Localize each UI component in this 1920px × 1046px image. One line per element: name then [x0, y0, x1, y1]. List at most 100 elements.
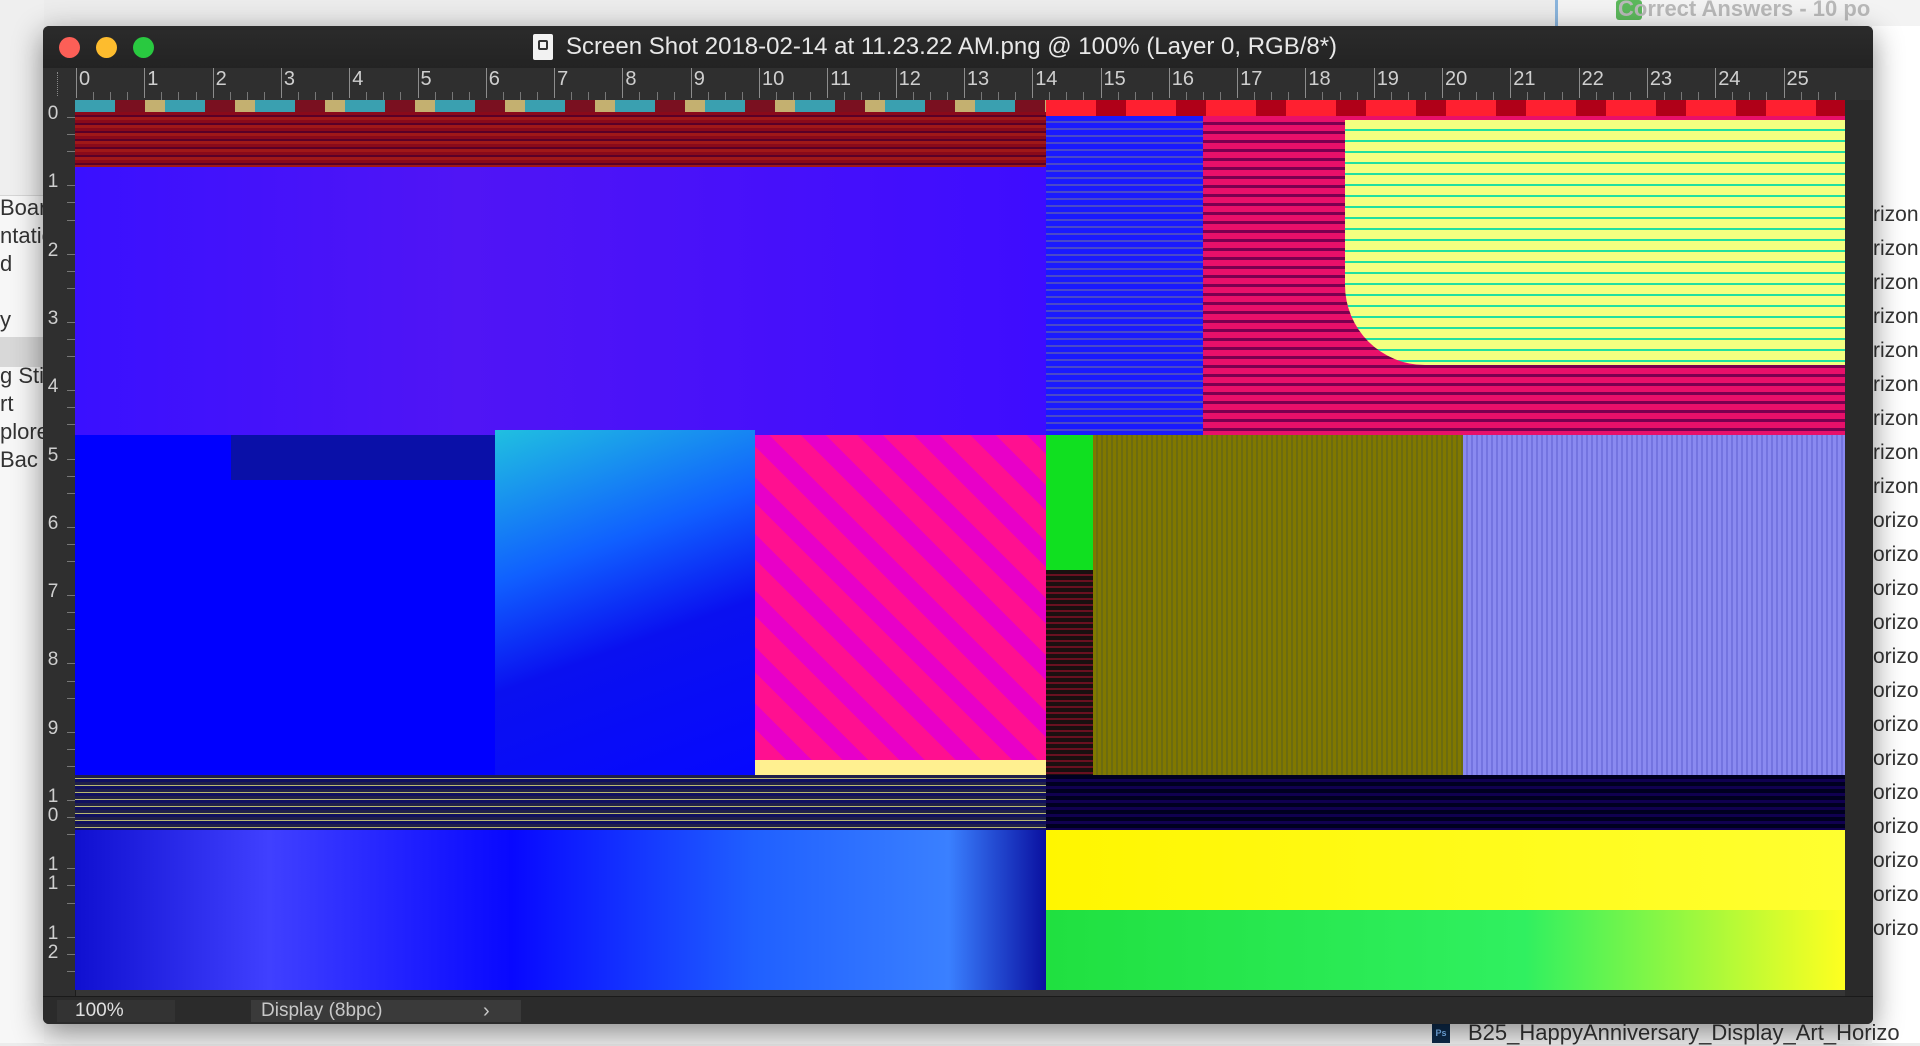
ruler-h-minor-tick [246, 92, 248, 100]
ruler-v-minor-tick [67, 458, 75, 460]
close-button[interactable] [59, 37, 80, 58]
canvas-red-band [75, 112, 1046, 167]
background-right-item[interactable]: rizon [1873, 441, 1919, 465]
background-right-item[interactable]: orizo [1873, 747, 1919, 771]
background-right-item[interactable]: rizon [1873, 271, 1919, 295]
ruler-v-label: 8 [47, 649, 59, 671]
ruler-h-label: 16 [1168, 68, 1195, 98]
background-right-item[interactable]: rizon [1873, 305, 1919, 329]
ruler-h-minor-tick [980, 92, 982, 100]
ruler-v-minor-tick [67, 663, 75, 665]
background-right-item[interactable]: orizo [1873, 849, 1919, 873]
ruler-h-label: 0 [75, 68, 91, 98]
background-left-item[interactable]: g Stil [0, 363, 49, 389]
ruler-h-minor-tick [1049, 92, 1051, 100]
ruler-h-minor-tick [588, 92, 590, 100]
background-right-item[interactable]: orizo [1873, 815, 1919, 839]
background-right-item[interactable]: orizo [1873, 883, 1919, 907]
ruler-h-minor-tick [861, 92, 863, 100]
background-right-item[interactable]: rizon [1873, 407, 1919, 431]
ruler-v-label: 3 [47, 307, 59, 329]
document-window[interactable]: Screen Shot 2018-02-14 at 11.23.22 AM.pn… [43, 26, 1873, 1024]
canvas-blue-stripes [1046, 116, 1203, 435]
background-right-item[interactable]: rizon [1873, 339, 1919, 363]
ruler-h-minor-tick [229, 92, 231, 100]
ruler-h-minor-tick [1629, 92, 1631, 100]
background-right-item[interactable]: orizo [1873, 679, 1919, 703]
ruler-h-minor-tick [110, 92, 112, 100]
ruler-h-minor-tick [571, 92, 573, 100]
ruler-h-minor-tick [1561, 92, 1563, 100]
ruler-h-label: 20 [1441, 68, 1468, 98]
ruler-h-minor-tick [1476, 92, 1478, 100]
ruler-h-minor-tick [383, 92, 385, 100]
ruler-h-minor-tick [400, 92, 402, 100]
background-left-item[interactable]: plore [0, 419, 49, 445]
ruler-h-minor-tick [1015, 92, 1017, 100]
background-right-item[interactable]: rizon [1873, 203, 1919, 227]
vertical-scroll-area[interactable] [1845, 100, 1873, 996]
maximize-button[interactable] [133, 37, 154, 58]
ruler-v-minor-tick [67, 117, 75, 119]
background-left-item[interactable]: d [0, 251, 12, 277]
background-left-item[interactable]: Bac [0, 447, 38, 473]
ruler-h-minor-tick [946, 92, 948, 100]
ruler-h-minor-tick [656, 92, 658, 100]
background-right-item[interactable]: rizon [1873, 373, 1919, 397]
ruler-v-label: 2 [47, 239, 59, 261]
background-right-item[interactable]: rizon [1873, 237, 1919, 261]
ruler-v-label: 0 [47, 103, 59, 124]
ruler-h-minor-tick [434, 92, 436, 100]
ruler-h-minor-tick [315, 92, 317, 100]
background-left-item[interactable]: y [0, 307, 11, 333]
ruler-v-label: 7 [47, 581, 59, 603]
background-right-item[interactable]: orizo [1873, 713, 1919, 737]
background-right-item[interactable]: orizo [1873, 577, 1919, 601]
zoom-level-field[interactable]: 100% [57, 1000, 175, 1022]
canvas-yellow-line [755, 760, 1046, 775]
ruler-h-label: 1 [144, 68, 159, 98]
ruler-v-minor-tick [67, 595, 75, 597]
ruler-v-minor-tick [67, 287, 75, 289]
ruler-v-minor-tick [67, 253, 75, 255]
ruler-v-label: 1 0 [47, 786, 59, 826]
document-info-field[interactable]: Display (8bpc) [251, 1000, 521, 1022]
background-left-item[interactable]: rt [0, 391, 13, 417]
background-right-item[interactable]: rizon [1873, 475, 1919, 499]
ruler-h-minor-tick [1732, 92, 1734, 100]
background-right-item[interactable]: orizo [1873, 781, 1919, 805]
background-left-item[interactable]: Boar [0, 195, 46, 221]
chevron-right-icon[interactable]: › [483, 1000, 490, 1022]
status-bar: 100% Display (8bpc) › [43, 996, 1873, 1024]
background-right-item[interactable]: orizo [1873, 611, 1919, 635]
minimize-button[interactable] [96, 37, 117, 58]
ruler-h-minor-tick [502, 92, 504, 100]
ruler-v-minor-tick [67, 697, 75, 699]
ruler-h-minor-tick [1117, 92, 1119, 100]
ruler-origin[interactable] [43, 68, 75, 100]
ruler-h-minor-tick [1800, 92, 1802, 100]
vertical-ruler[interactable]: 0 1 2 3 4 5 6 7 8 9 1 0 1 1 1 2 [43, 100, 76, 996]
background-right-item[interactable]: orizo [1873, 543, 1919, 567]
ruler-h-minor-tick [707, 92, 709, 100]
background-right-item[interactable]: orizo [1873, 917, 1919, 941]
image-canvas[interactable] [75, 100, 1845, 990]
background-right-item[interactable]: orizo [1873, 645, 1919, 669]
ruler-h-minor-tick [1663, 92, 1665, 100]
ruler-v-minor-tick [67, 202, 75, 204]
document-icon [533, 34, 553, 60]
ruler-v-label: 9 [47, 717, 59, 739]
ruler-v-minor-tick [67, 424, 75, 426]
ruler-h-minor-tick [1185, 92, 1187, 100]
ruler-h-label: 9 [690, 68, 705, 98]
ruler-h-minor-tick [1356, 92, 1358, 100]
background-right-item[interactable]: orizo [1873, 509, 1919, 533]
ruler-h-minor-tick [1817, 92, 1819, 100]
ruler-h-label: 21 [1510, 68, 1536, 98]
ruler-h-minor-tick [998, 92, 1000, 100]
horizontal-ruler[interactable]: 0 1 2 3 4 5 6 7 8 9 10 11 12 13 14 15 16 17 18 19 20 21 22 23 24… [75, 68, 1873, 101]
title-bar[interactable]: Screen Shot 2018-02-14 at 11.23.22 AM.pn… [43, 26, 1873, 68]
ruler-h-minor-tick [1766, 92, 1768, 100]
ruler-h-label: 10 [758, 68, 785, 98]
ruler-h-minor-tick [1749, 92, 1751, 100]
